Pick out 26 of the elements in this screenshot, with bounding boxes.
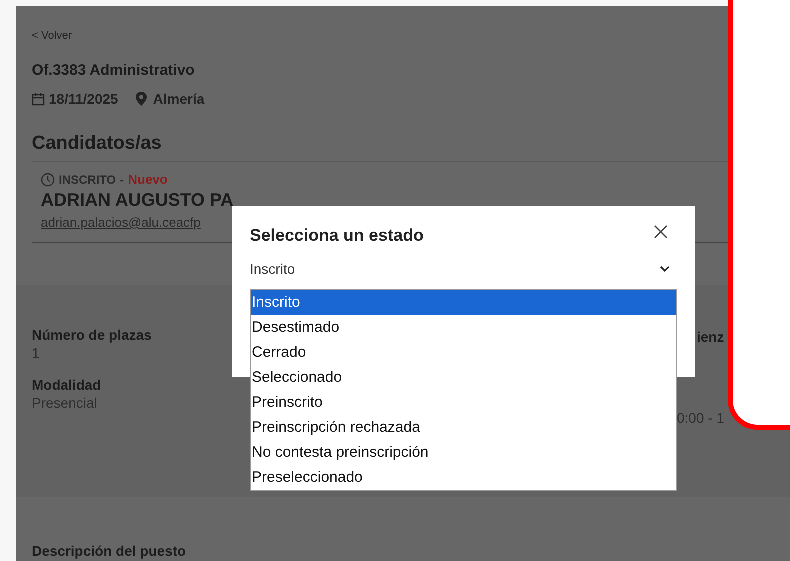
map-pin-icon	[136, 92, 148, 106]
status-separator: -	[120, 172, 124, 186]
dropdown-option[interactable]: Desestimado	[251, 315, 676, 340]
new-tag: Nuevo	[128, 172, 168, 187]
dropdown-option[interactable]: Inscrito	[251, 290, 676, 315]
offer-location: Almería	[153, 91, 205, 107]
offer-title: Of.3383 Administrativo	[32, 62, 196, 79]
chevron-down-icon	[660, 266, 670, 272]
dropdown-option[interactable]: Seleccionado	[251, 365, 676, 390]
offer-date: 18/11/2025	[49, 91, 118, 107]
dropdown-option[interactable]: No contesta preinscripción	[251, 440, 676, 465]
section-heading: Descripción del puesto	[32, 543, 186, 559]
field-label: Número de plazas	[32, 327, 152, 343]
field-label: Modalidad	[32, 377, 102, 393]
clock-icon	[41, 172, 55, 186]
candidate-status: INSCRITO	[59, 172, 116, 186]
dropdown-option[interactable]: Preinscripción rechazada	[251, 415, 676, 440]
field-label: ienz	[697, 329, 724, 345]
dropdown-option[interactable]: Preinscrito	[251, 390, 676, 415]
calendar-icon	[32, 92, 45, 106]
candidate-name: ADRIAN AUGUSTO PA	[41, 190, 234, 211]
status-select[interactable]: Inscrito	[250, 261, 670, 277]
dropdown-option[interactable]: Preseleccionado	[251, 465, 676, 490]
dialog-title: Selecciona un estado	[250, 226, 424, 246]
close-button[interactable]	[653, 224, 669, 240]
dropdown-option[interactable]: Cerrado	[251, 340, 676, 365]
